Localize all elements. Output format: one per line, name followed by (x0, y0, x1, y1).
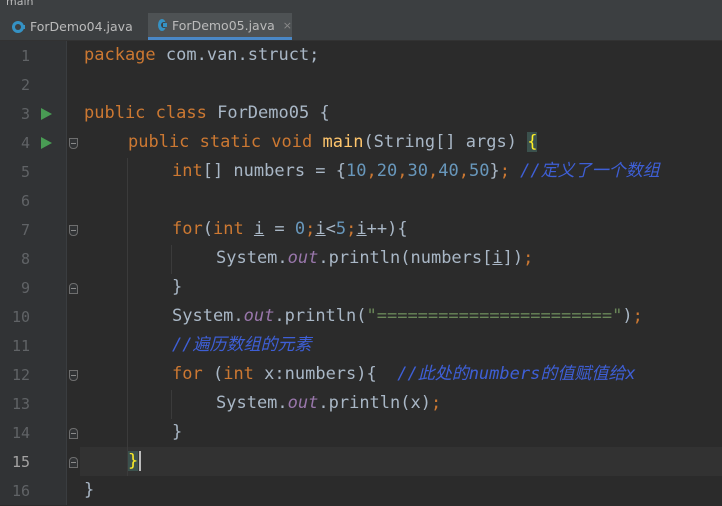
line-number: 11 (11, 337, 30, 355)
current-line-highlight (80, 447, 722, 476)
line-number: 9 (20, 279, 30, 297)
indent-guide (127, 158, 128, 476)
code-line-10: System.out.println("====================… (172, 306, 643, 326)
line-number: 13 (11, 395, 30, 413)
line-number: 3 (20, 105, 30, 123)
fold-end-icon[interactable] (69, 428, 78, 439)
close-tab-icon[interactable]: × (283, 19, 292, 32)
fold-foreach-icon[interactable] (69, 370, 78, 381)
line-number: 6 (20, 192, 30, 210)
code-line-9: } (172, 277, 183, 297)
line-number: 14 (11, 424, 30, 442)
code-line-7: for(int i = 0;i<5;i++){ (172, 219, 408, 239)
code-line-3: public class ForDemo05 { (84, 103, 330, 123)
code-line-12: for (int x:numbers){ //此处的numbers的值赋值给x (172, 364, 636, 384)
run-main-icon[interactable] (41, 137, 52, 149)
text-caret (139, 451, 142, 471)
code-line-16: } (84, 480, 95, 500)
line-number: 16 (11, 482, 30, 500)
editor-tab-bar: ForDemo04.java ForDemo05.java × (0, 10, 722, 41)
tab-fordemo05[interactable]: ForDemo05.java × (148, 13, 292, 40)
line-number: 10 (11, 308, 30, 326)
java-class-icon (158, 19, 168, 31)
run-class-icon[interactable] (41, 108, 52, 120)
indent-guide (171, 245, 172, 274)
fold-end-icon[interactable] (69, 457, 78, 468)
code-line-11: //遍历数组的元素 (172, 335, 312, 355)
code-editor[interactable]: package com.van.struct; public class For… (80, 41, 722, 505)
code-line-1: package com.van.struct; (84, 45, 320, 65)
line-number-current: 15 (11, 453, 30, 471)
indent-guide (171, 390, 172, 419)
breadcrumb: main (6, 0, 34, 8)
code-line-4: public static void main(String[] args) { (128, 132, 538, 152)
code-line-8: System.out.println(numbers[i]); (216, 248, 534, 268)
line-number: 8 (20, 250, 30, 268)
tab-fordemo04[interactable]: ForDemo04.java (2, 13, 144, 40)
code-line-5: int[] numbers = {10,20,30,40,50}; //定义了一… (172, 161, 660, 181)
title-strip: main (0, 0, 722, 10)
code-line-13: System.out.println(x); (216, 393, 442, 413)
code-line-14: } (172, 422, 183, 442)
gutter: 1 2 3 4 5 6 7 8 9 10 11 12 13 14 15 16 (0, 41, 78, 505)
gutter-divider (66, 41, 67, 505)
line-number: 5 (20, 163, 30, 181)
tab-label: ForDemo05.java (172, 17, 275, 33)
line-number: 2 (20, 76, 30, 94)
line-number: 1 (20, 47, 30, 65)
java-class-icon (12, 20, 25, 33)
fold-method-icon[interactable] (69, 138, 78, 149)
code-line-15: } (128, 447, 142, 476)
line-number: 12 (11, 366, 30, 384)
line-number: 4 (20, 134, 30, 152)
fold-for-icon[interactable] (69, 225, 78, 236)
fold-end-icon[interactable] (69, 283, 78, 294)
tab-label: ForDemo04.java (30, 19, 133, 34)
line-number: 7 (20, 221, 30, 239)
